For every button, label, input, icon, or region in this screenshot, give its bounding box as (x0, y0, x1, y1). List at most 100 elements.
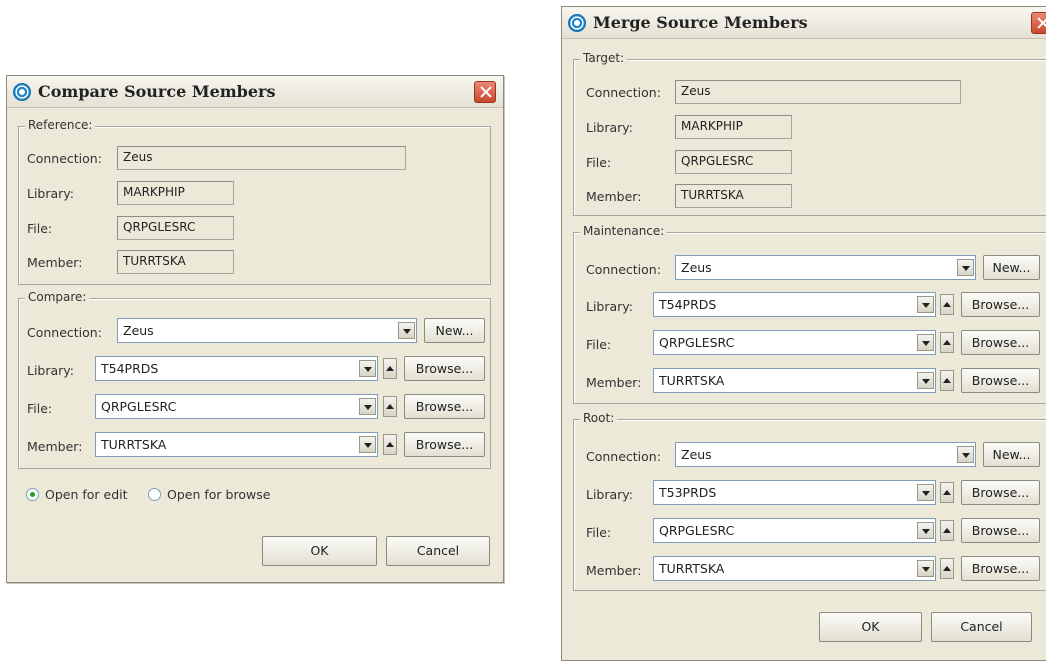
compare-connection-combo[interactable]: Zeus (117, 318, 417, 343)
maintenance-library-up-arrow-icon[interactable] (940, 294, 954, 315)
root-library-label: Library: (586, 487, 634, 502)
maintenance-member-value: TURRTSKA (659, 373, 725, 388)
target-library-label: Library: (586, 120, 634, 135)
maintenance-file-browse-button[interactable]: Browse... (961, 330, 1040, 355)
compare-member-up-arrow-icon[interactable] (383, 434, 397, 455)
reference-file-label: File: (27, 221, 53, 236)
close-button[interactable] (1031, 12, 1046, 34)
maintenance-file-combo[interactable]: QRPGLESRC (653, 330, 936, 355)
root-member-label: Member: (586, 563, 642, 578)
root-file-label: File: (586, 525, 612, 540)
dropdown-arrow-icon[interactable] (398, 322, 415, 339)
compare-library-browse-button[interactable]: Browse... (404, 356, 485, 381)
dropdown-arrow-icon[interactable] (957, 446, 974, 463)
maintenance-connection-combo[interactable]: Zeus (675, 255, 976, 280)
dropdown-arrow-icon[interactable] (917, 372, 934, 389)
root-library-combo[interactable]: T53PRDS (653, 480, 936, 505)
open-for-browse-label[interactable]: Open for browse (167, 487, 270, 502)
compare-source-members-dialog: Compare Source Members Reference: Connec… (6, 75, 504, 583)
compare-member-value: TURRTSKA (101, 437, 167, 452)
compare-file-up-arrow-icon[interactable] (383, 396, 397, 417)
merge-cancel-button[interactable]: Cancel (931, 612, 1032, 642)
open-for-edit-label[interactable]: Open for edit (45, 487, 128, 502)
reference-file-field: QRPGLESRC (117, 216, 234, 240)
maintenance-library-browse-button[interactable]: Browse... (961, 292, 1040, 317)
maintenance-member-up-arrow-icon[interactable] (940, 370, 954, 391)
root-library-browse-button[interactable]: Browse... (961, 480, 1040, 505)
app-logo-icon (568, 14, 586, 32)
compare-member-browse-button[interactable]: Browse... (404, 432, 485, 457)
root-file-value: QRPGLESRC (659, 523, 735, 538)
maintenance-file-label: File: (586, 337, 612, 352)
compare-cancel-button[interactable]: Cancel (386, 536, 490, 566)
root-legend: Root: (580, 411, 618, 425)
compare-dialog-title: Compare Source Members (38, 82, 276, 101)
maintenance-new-connection-button[interactable]: New... (983, 255, 1040, 280)
close-button[interactable] (474, 81, 496, 103)
target-file-field: QRPGLESRC (675, 150, 792, 174)
root-new-connection-button[interactable]: New... (983, 442, 1040, 467)
target-legend: Target: (580, 51, 628, 65)
reference-legend: Reference: (25, 118, 96, 132)
reference-library-label: Library: (27, 186, 75, 201)
dropdown-arrow-icon[interactable] (359, 360, 376, 377)
maintenance-file-value: QRPGLESRC (659, 335, 735, 350)
compare-library-label: Library: (27, 363, 75, 378)
root-member-combo[interactable]: TURRTSKA (653, 556, 936, 581)
dropdown-arrow-icon[interactable] (917, 522, 934, 539)
root-connection-combo[interactable]: Zeus (675, 442, 976, 467)
compare-file-browse-button[interactable]: Browse... (404, 394, 485, 419)
open-for-edit-radio[interactable] (26, 488, 39, 501)
dropdown-arrow-icon[interactable] (917, 334, 934, 351)
target-connection-label: Connection: (586, 85, 661, 100)
root-member-up-arrow-icon[interactable] (940, 558, 954, 579)
root-group: Root: Connection: Zeus New... Library: T… (573, 411, 1046, 591)
maintenance-member-label: Member: (586, 375, 642, 390)
compare-ok-button[interactable]: OK (262, 536, 377, 566)
compare-member-combo[interactable]: TURRTSKA (95, 432, 378, 457)
root-file-combo[interactable]: QRPGLESRC (653, 518, 936, 543)
target-member-field: TURRTSKA (675, 184, 792, 208)
root-library-value: T53PRDS (659, 485, 717, 500)
dropdown-arrow-icon[interactable] (957, 259, 974, 276)
target-group: Target: Connection: Zeus Library: MARKPH… (573, 51, 1046, 216)
compare-library-combo[interactable]: T54PRDS (95, 356, 378, 381)
maintenance-member-combo[interactable]: TURRTSKA (653, 368, 936, 393)
root-file-up-arrow-icon[interactable] (940, 520, 954, 541)
compare-file-value: QRPGLESRC (101, 399, 177, 414)
maintenance-member-browse-button[interactable]: Browse... (961, 368, 1040, 393)
target-connection-field: Zeus (675, 80, 961, 104)
app-logo-icon (13, 83, 31, 101)
maintenance-library-combo[interactable]: T54PRDS (653, 292, 936, 317)
compare-member-label: Member: (27, 439, 83, 454)
dropdown-arrow-icon[interactable] (917, 296, 934, 313)
dropdown-arrow-icon[interactable] (359, 436, 376, 453)
compare-library-value: T54PRDS (101, 361, 159, 376)
dropdown-arrow-icon[interactable] (359, 398, 376, 415)
open-for-browse-radio[interactable] (148, 488, 161, 501)
dropdown-arrow-icon[interactable] (917, 560, 934, 577)
target-member-label: Member: (586, 189, 642, 204)
maintenance-library-label: Library: (586, 299, 634, 314)
reference-group: Reference: Connection: Zeus Library: MAR… (18, 118, 491, 285)
maintenance-legend: Maintenance: (580, 224, 668, 238)
root-connection-label: Connection: (586, 449, 661, 464)
compare-connection-label: Connection: (27, 325, 102, 340)
root-library-up-arrow-icon[interactable] (940, 482, 954, 503)
dropdown-arrow-icon[interactable] (917, 484, 934, 501)
root-member-browse-button[interactable]: Browse... (961, 556, 1040, 581)
compare-legend: Compare: (25, 290, 90, 304)
merge-dialog-titlebar: Merge Source Members (562, 7, 1046, 39)
root-file-browse-button[interactable]: Browse... (961, 518, 1040, 543)
maintenance-connection-value: Zeus (681, 260, 712, 275)
reference-connection-label: Connection: (27, 151, 102, 166)
compare-new-connection-button[interactable]: New... (424, 318, 485, 343)
root-connection-value: Zeus (681, 447, 712, 462)
maintenance-library-value: T54PRDS (659, 297, 717, 312)
compare-dialog-titlebar: Compare Source Members (7, 76, 503, 108)
compare-file-combo[interactable]: QRPGLESRC (95, 394, 378, 419)
compare-library-up-arrow-icon[interactable] (383, 358, 397, 379)
merge-dialog-title: Merge Source Members (593, 13, 808, 32)
maintenance-file-up-arrow-icon[interactable] (940, 332, 954, 353)
merge-ok-button[interactable]: OK (819, 612, 922, 642)
